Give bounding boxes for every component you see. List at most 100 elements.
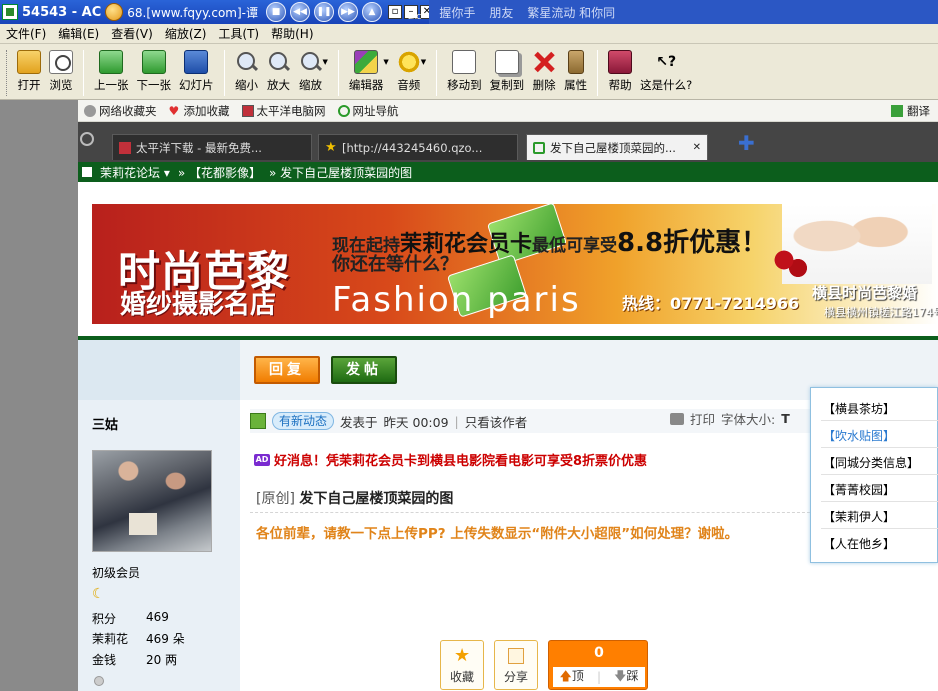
menu-zoom[interactable]: 缩放(Z) [159, 25, 213, 42]
window-title: 54543 - AC [22, 4, 102, 20]
side-link-chat[interactable]: 【吹水贴图】 [823, 427, 895, 444]
lyric-2: 朋友 [489, 5, 514, 20]
tab-menu-icon[interactable] [80, 132, 94, 146]
move-to-button[interactable]: 移动到 [443, 50, 486, 93]
tab-qzone[interactable]: ★ [http://443245460.qzo... [318, 134, 518, 160]
toolbar: 打开 浏览 上一张 下一张 幻灯片 缩小 放大 缩放 ▼ 编辑器 ▼ 音频 ▼ … [0, 44, 938, 100]
menu-help[interactable]: 帮助(H) [265, 25, 319, 42]
delete-button[interactable]: 删除 [528, 50, 560, 93]
pconline-icon [119, 141, 131, 154]
side-link-classifieds[interactable]: 【同城分类信息】 [823, 454, 919, 471]
breadcrumb-section[interactable]: » 【花都影像】 [178, 164, 261, 181]
toolbar-separator [337, 50, 339, 96]
stat-label: 金钱 [92, 653, 117, 667]
browse-icon [49, 50, 73, 74]
translate-button[interactable]: 翻译 [891, 103, 938, 119]
app-icon [2, 4, 18, 20]
user-extra-icon[interactable] [94, 676, 104, 686]
side-link-ladies[interactable]: 【茉莉伊人】 [823, 508, 895, 525]
stop-icon[interactable]: ■ [266, 2, 286, 22]
rewind-icon[interactable]: ◀◀ [290, 2, 310, 22]
whats-this-button[interactable]: ↖? 这是什么? [636, 50, 696, 93]
help-button[interactable]: 帮助 [604, 50, 636, 93]
page-icon [533, 141, 545, 154]
browse-label: 浏览 [49, 78, 73, 92]
stat-value: 20 两 [146, 653, 178, 667]
bookmark-add-favorite[interactable]: ♥ 添加收藏 [163, 103, 236, 119]
browse-button[interactable]: 浏览 [45, 50, 77, 93]
share-button[interactable]: 分享 [494, 640, 538, 690]
menu-file[interactable]: 文件(F) [0, 25, 52, 42]
only-author-link[interactable]: 只看该作者 [465, 412, 528, 431]
whats-this-label: 这是什么? [640, 78, 693, 92]
banner-address: 横县横州镇槎江路174号 [824, 306, 938, 319]
prev-label: 上一张 [94, 78, 129, 92]
print-link[interactable]: 打印 [690, 409, 715, 428]
divider [821, 528, 938, 529]
username[interactable]: 三姑 [92, 414, 118, 433]
audio-dropdown-icon[interactable]: ▼ [421, 58, 426, 66]
next-button[interactable]: 下一张 [133, 50, 176, 93]
font-size-toggle[interactable]: T [781, 411, 790, 426]
menu-tools[interactable]: 工具(T) [212, 25, 265, 42]
forward-icon[interactable]: ▶▶ [338, 2, 358, 22]
editor-dropdown-icon[interactable]: ▼ [383, 58, 388, 66]
slideshow-icon [184, 50, 209, 74]
zoom-label: 缩放 [299, 78, 322, 92]
editor-button[interactable]: 编辑器 [345, 50, 388, 93]
new-activity-badge[interactable]: 有新动态 [272, 412, 335, 430]
stat-flowers: 茉莉花 469 朵 [92, 630, 185, 647]
online-status-icon [250, 413, 266, 429]
downvote-button[interactable]: 🡇踩 [614, 667, 638, 688]
bookmark-net-favorites[interactable]: 网络收藏夹 [78, 103, 163, 119]
stat-points: 积分 469 [92, 610, 169, 627]
move-icon [452, 50, 477, 74]
header-separator: | [454, 413, 459, 429]
slideshow-button[interactable]: 幻灯片 [175, 50, 218, 93]
properties-button[interactable]: 属性 [560, 50, 591, 93]
new-post-button[interactable]: 发帖 [331, 356, 397, 384]
tab-pconline-download[interactable]: 太平洋下载 - 最新免费... [112, 134, 312, 160]
toolbar-separator [83, 50, 84, 96]
new-tab-icon[interactable]: ✚ [738, 133, 758, 154]
zoom-button[interactable]: 缩放 [295, 50, 327, 93]
open-button[interactable]: 打开 [13, 50, 45, 93]
upvote-label: 顶 [571, 668, 584, 683]
speaker-icon [396, 50, 421, 74]
eject-icon[interactable]: ▲ [362, 2, 382, 22]
close-tab-icon[interactable]: ✕ [693, 142, 701, 153]
copy-to-button[interactable]: 复制到 [486, 50, 529, 93]
bookmark-url-nav[interactable]: 网址导航 [332, 103, 405, 119]
restore-icon[interactable]: ▫ [388, 5, 402, 19]
move-to-label: 移动到 [447, 78, 482, 92]
breadcrumb-forum[interactable]: 茉莉花论坛 ▾ [100, 164, 170, 181]
reply-button[interactable]: 回复 [254, 356, 320, 384]
side-link-abroad[interactable]: 【人在他乡】 [823, 535, 895, 552]
prev-button[interactable]: 上一张 [90, 50, 133, 93]
avatar[interactable] [92, 450, 212, 552]
side-link-campus[interactable]: 【菁菁校园】 [823, 481, 895, 498]
zoom-in-button[interactable]: 放大 [263, 50, 295, 93]
menu-edit[interactable]: 编辑(E) [52, 25, 105, 42]
menu-view[interactable]: 查看(V) [105, 25, 159, 42]
ad-banner[interactable]: 时尚芭黎 婚纱摄影名店 现在起持茉莉花会员卡最低可享受8.8折优惠！ 你还在等什… [92, 204, 938, 324]
post-body: 各位前辈，请教一下点上传PP? 上传失数显示“附件大小超限”如何处理？谢啦。 [256, 526, 739, 542]
favorite-button[interactable]: ★ 收藏 [440, 640, 484, 690]
tab-current-thread[interactable]: 发下自己屋楼顶菜园的... ✕ [526, 134, 708, 160]
printer-icon[interactable] [670, 412, 684, 425]
post-tools: 打印 字体大小: T [670, 409, 790, 428]
next-label: 下一张 [136, 78, 172, 92]
stat-value: 469 朵 [146, 632, 185, 646]
audio-button[interactable]: 音频 [393, 50, 425, 93]
breadcrumb-thread: » 发下自己屋楼顶菜园的图 [269, 165, 413, 180]
zoom-out-button[interactable]: 缩小 [231, 50, 263, 93]
zoom-dropdown-icon[interactable]: ▼ [323, 58, 328, 66]
zoom-icon [299, 50, 323, 74]
properties-label: 属性 [564, 78, 588, 92]
side-link-tea[interactable]: 【横县茶坊】 [823, 400, 895, 417]
home-icon[interactable] [82, 167, 92, 177]
pause-icon[interactable]: ❚❚ [314, 2, 334, 22]
upvote-button[interactable]: 🡅顶 [560, 667, 584, 688]
bookmark-pconline[interactable]: 太平洋电脑网 [236, 103, 332, 119]
ad-text-link[interactable]: AD 好消息！凭茉莉花会员卡到横县电影院看电影可享受8折票价优惠 [254, 450, 647, 469]
